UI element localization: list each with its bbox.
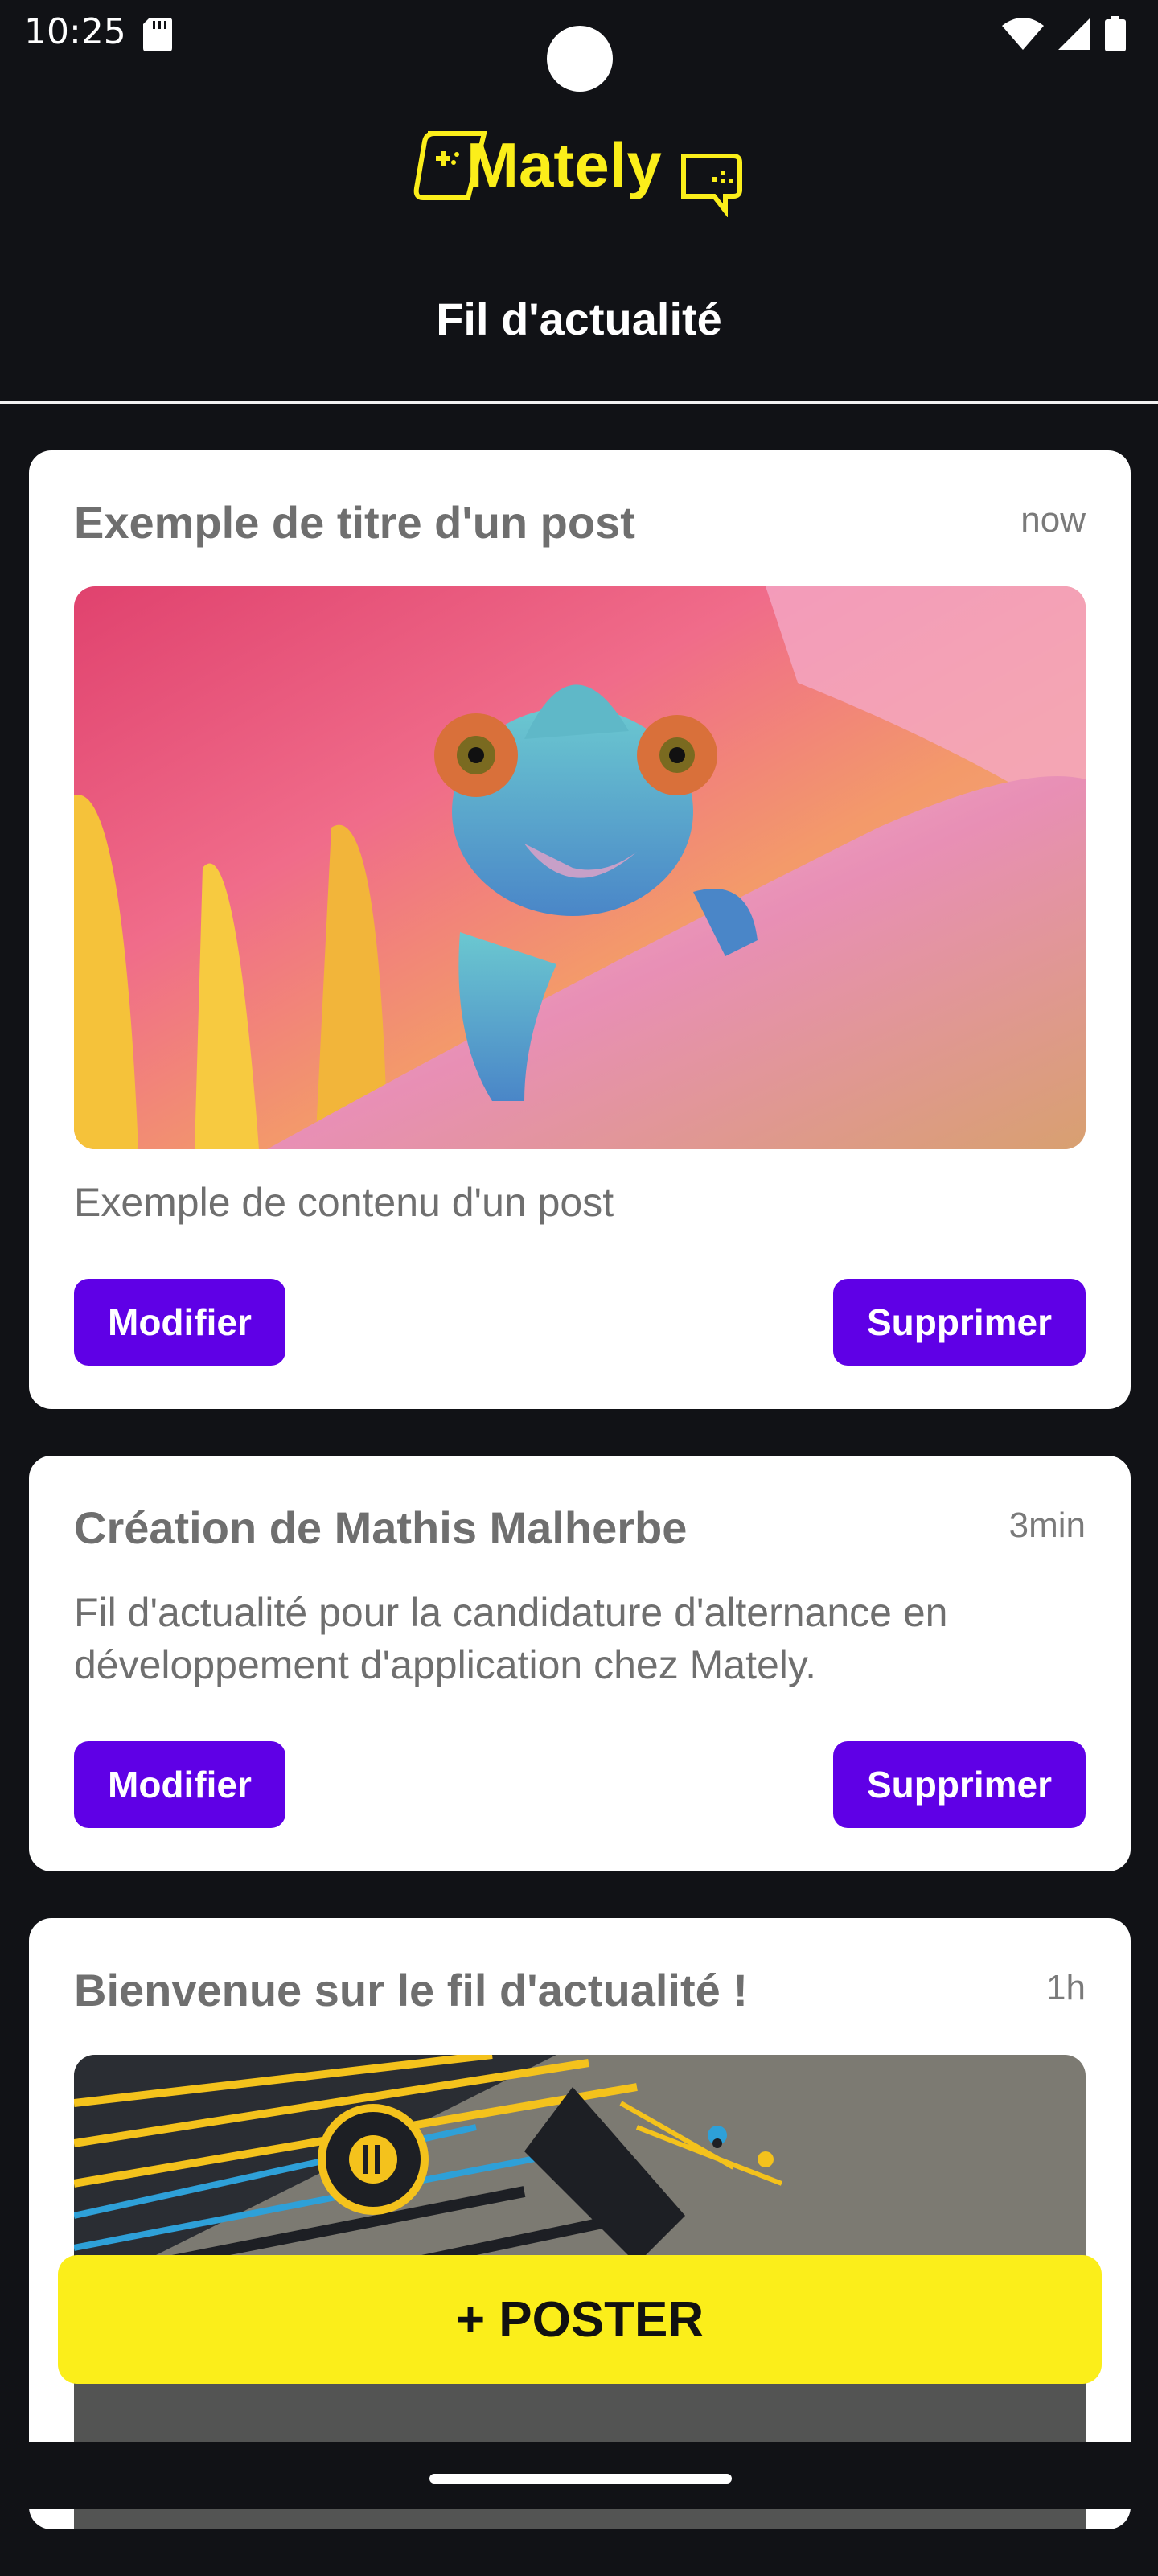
page-title: Fil d'actualité xyxy=(436,294,722,344)
post-title: Création de Mathis Malherbe xyxy=(74,1502,688,1554)
battery-icon xyxy=(1105,16,1126,51)
post-title: Exemple de titre d'un post xyxy=(74,497,635,548)
post-card[interactable]: Création de Mathis Malherbe 3min Fil d'a… xyxy=(29,1456,1131,1872)
post-card[interactable]: Bienvenue sur le fil d'actualité ! 1h xyxy=(29,1918,1131,2530)
poster-button[interactable]: + POSTER xyxy=(58,2255,1102,2384)
signal-icon xyxy=(1058,18,1090,50)
delete-post-button[interactable]: Supprimer xyxy=(832,1741,1086,1829)
edit-post-button[interactable]: Modifier xyxy=(74,1279,285,1366)
post-content: Exemple de contenu d'un post xyxy=(74,1180,614,1226)
status-time: 10:25 xyxy=(24,11,126,52)
post-content: Fil d'actualité pour la candidature d'al… xyxy=(74,1590,948,1688)
header-divider xyxy=(0,401,1158,404)
post-time: 3min xyxy=(1008,1506,1086,1546)
post-title: Bienvenue sur le fil d'actualité ! xyxy=(74,1965,748,2016)
post-time: now xyxy=(1020,500,1086,540)
post-card[interactable]: Exemple de titre d'un post now Exemple d… xyxy=(29,450,1131,1410)
camera-cutout xyxy=(547,26,613,92)
post-time: 1h xyxy=(1046,1968,1086,2008)
edit-post-button[interactable]: Modifier xyxy=(74,1741,285,1829)
wifi-icon xyxy=(1002,18,1044,50)
post-image-chameleon xyxy=(74,586,1086,1150)
mately-logo: Mately xyxy=(413,129,742,217)
delete-post-button[interactable]: Supprimer xyxy=(832,1279,1086,1366)
home-indicator[interactable] xyxy=(429,2474,732,2484)
svg-text:Mately: Mately xyxy=(466,129,662,200)
sd-card-icon xyxy=(143,18,172,51)
